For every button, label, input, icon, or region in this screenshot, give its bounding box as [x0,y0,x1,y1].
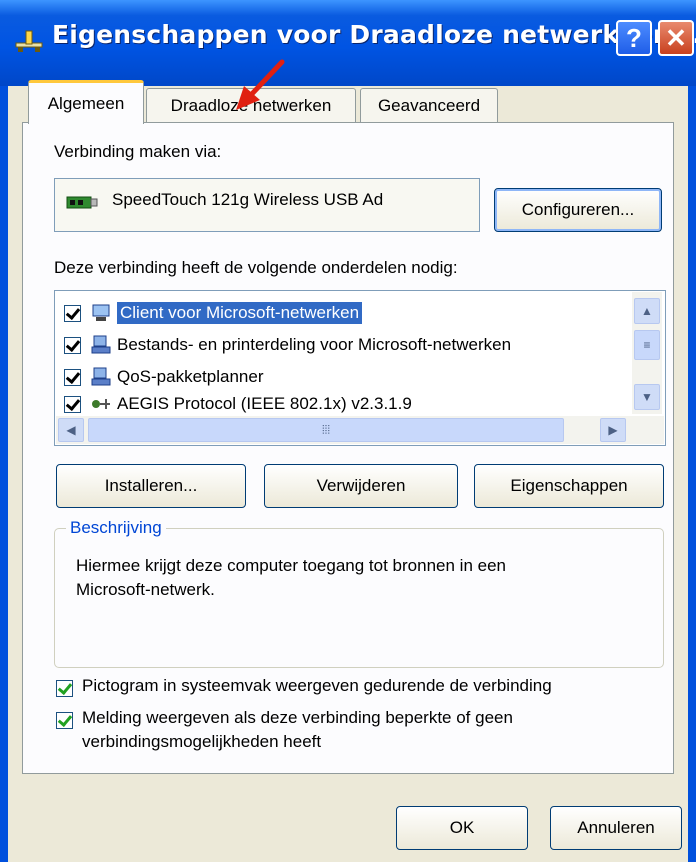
scroll-thumb[interactable]: ≡ [634,330,660,360]
network-service-icon [91,335,111,354]
tray-icon-checkbox[interactable] [56,680,73,697]
checkbox-file-sharing[interactable] [64,336,81,354]
remove-button[interactable]: Verwijderen [264,464,458,508]
notify-label-line1: Melding weergeven als deze verbinding be… [82,708,513,727]
close-button[interactable]: ✕ [658,20,694,56]
scroll-left-button[interactable]: ◀ [58,418,84,442]
tab-geavanceerd[interactable]: Geavanceerd [360,88,498,122]
description-text-line2: Microsoft-netwerk. [76,580,215,599]
help-icon: ? [626,22,642,53]
list-item-label: Bestands- en printerdeling voor Microsof… [117,335,512,354]
checkbox-aegis[interactable] [64,395,81,413]
ok-button[interactable]: OK [396,806,528,850]
checkbox-client[interactable] [64,304,81,322]
connect-via-label: Verbinding maken via: [54,142,222,161]
window-title: Eigenschappen voor Draadloze netwerkverb… [52,20,696,49]
window-border-right [688,86,696,862]
window-border-left [0,86,8,862]
red-arrow-annotation [236,59,285,110]
description-text-line1: Hiermee krijgt deze computer toegang tot… [76,556,506,575]
adapter-name: SpeedTouch 121g Wireless USB Ad [112,190,384,209]
configure-button[interactable]: Configureren... [494,188,662,232]
notify-label-line2: verbindingsmogelijkheden heeft [82,732,322,751]
tab-algemeen[interactable]: Algemeen [28,80,144,124]
scroll-right-button[interactable]: ▶ [600,418,626,442]
description-title: Beschrijving [66,518,166,538]
list-item[interactable]: Client voor Microsoft-netwerken [64,298,363,328]
components-label: Deze verbinding heeft de volgende onderd… [54,258,458,277]
list-item[interactable]: AEGIS Protocol (IEEE 802.1x) v2.3.1.9 [64,392,412,416]
network-client-icon [92,304,110,321]
protocol-icon [92,399,110,409]
network-service-icon [91,367,111,386]
network-connection-icon [15,30,43,52]
h-scroll-thumb[interactable]: ⦙⦙⦙ [88,418,564,442]
tray-icon-label: Pictogram in systeemvak weergeven gedure… [82,676,552,695]
close-icon: ✕ [665,22,687,53]
list-item[interactable]: Bestands- en printerdeling voor Microsof… [64,330,511,360]
scroll-down-button[interactable]: ▼ [634,384,660,410]
cancel-button[interactable]: Annuleren [550,806,682,850]
properties-button[interactable]: Eigenschappen [474,464,664,508]
notify-checkbox[interactable] [56,712,73,729]
install-button[interactable]: Installeren... [56,464,246,508]
list-item-label: Client voor Microsoft-netwerken [117,302,363,324]
network-adapter-icon [66,196,98,209]
checkbox-qos[interactable] [64,368,81,386]
list-item-label: QoS-pakketplanner [117,367,264,386]
list-item[interactable]: QoS-pakketplanner [64,362,263,392]
help-button[interactable]: ? [616,20,652,56]
scroll-up-button[interactable]: ▲ [634,298,660,324]
list-item-label: AEGIS Protocol (IEEE 802.1x) v2.3.1.9 [117,394,412,413]
